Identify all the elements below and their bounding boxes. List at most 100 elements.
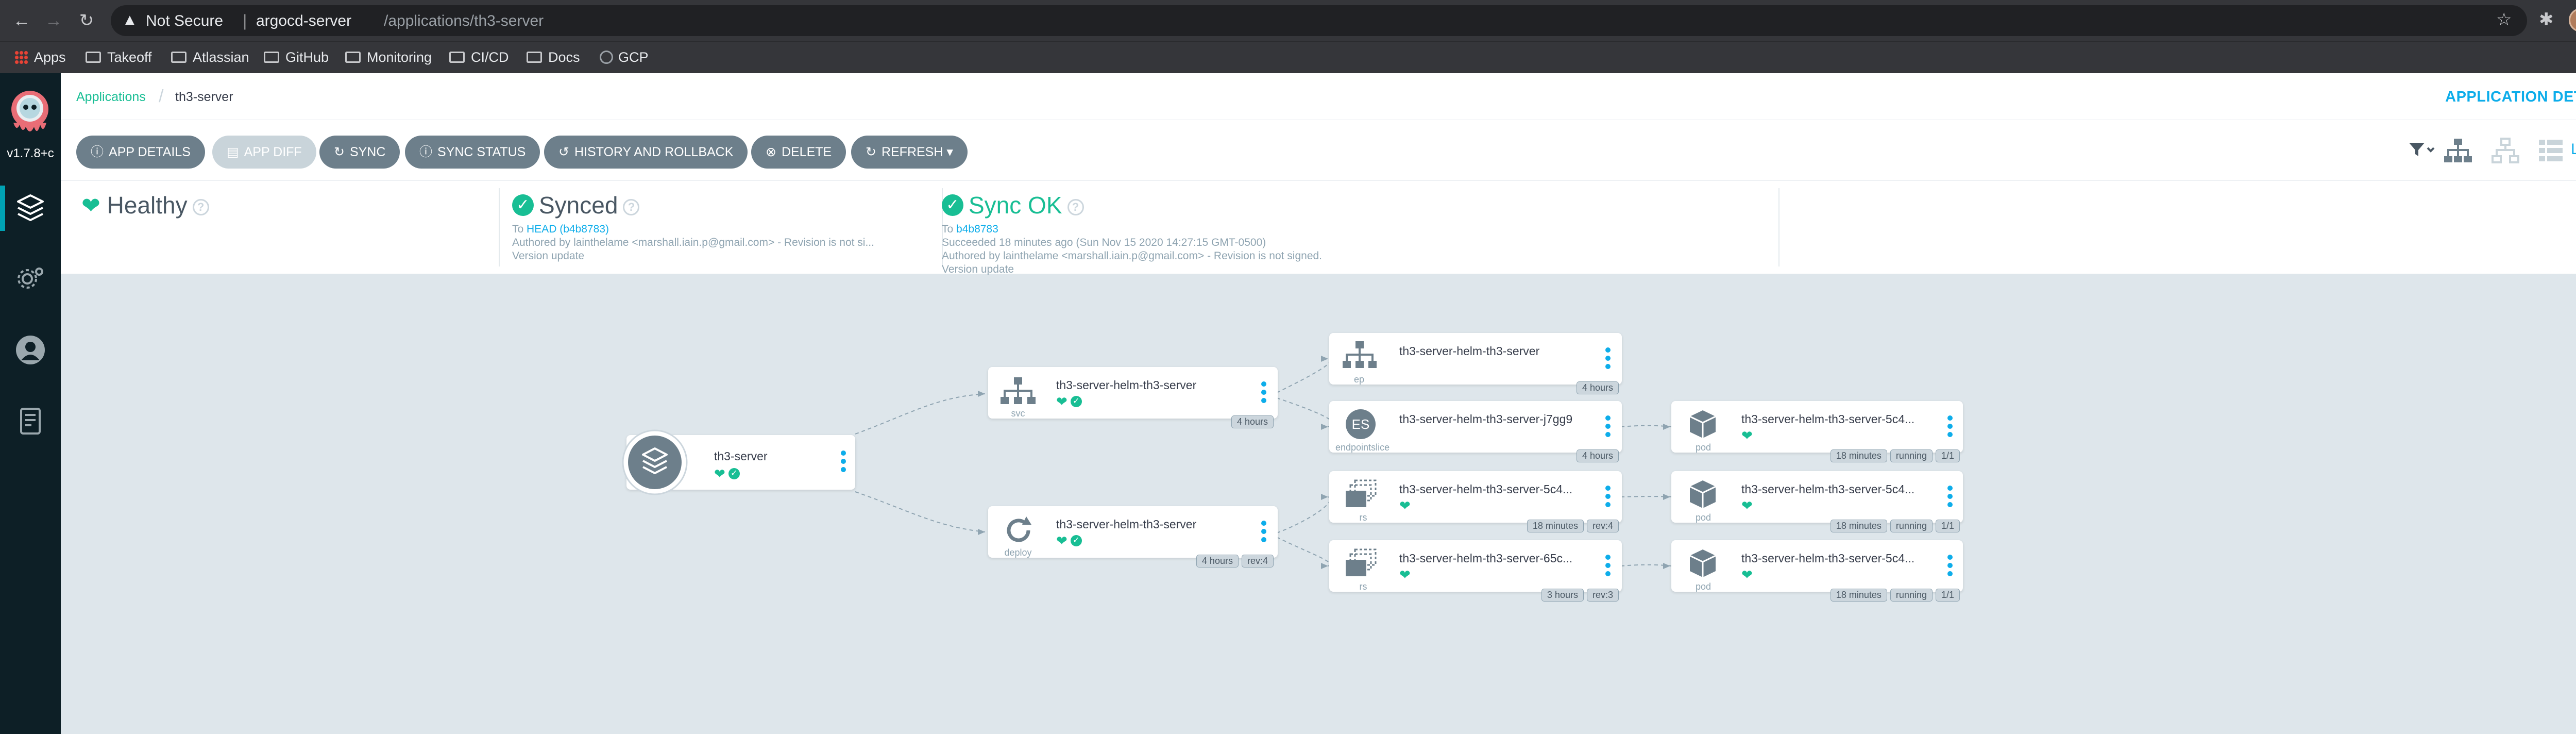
node-menu-icon[interactable] [1947, 486, 1953, 510]
app-details-button[interactable]: ⓘ APP DETAILS [76, 136, 205, 169]
node-menu-icon[interactable] [1605, 347, 1611, 372]
node-menu-icon[interactable] [1605, 555, 1611, 579]
node-menu-icon[interactable] [1261, 521, 1266, 545]
top-bar: Applications / th3-server APPLICATION DE… [61, 73, 2576, 120]
node-health: ❤ ✓ [1056, 534, 1082, 547]
node-menu-icon[interactable] [1947, 415, 1953, 440]
node-tags: 18 minutes rev:4 [1527, 520, 1619, 532]
bookmark-atlassian[interactable]: Atlassian [171, 47, 249, 68]
operation-target: To b4b8783 [942, 223, 998, 235]
operation-label: ✓ Sync OK? [942, 191, 1084, 219]
sync-icon: ↻ [334, 145, 345, 159]
bookmark-docs[interactable]: Docs [527, 47, 580, 68]
bookmarks-bar: Apps Takeoff Atlassian GitHub Monitoring… [0, 41, 2576, 73]
breadcrumb-current: th3-server [175, 90, 233, 104]
endpointslice-node[interactable]: ES endpointslice th3-server-helm-th3-ser… [1329, 401, 1622, 462]
help-icon[interactable]: ? [192, 198, 209, 215]
node-menu-icon[interactable] [1261, 381, 1266, 406]
node-kind: ep [1353, 374, 1365, 385]
help-icon[interactable]: ? [1067, 198, 1084, 215]
history-rollback-button[interactable]: ↺ HISTORY AND ROLLBACK [544, 136, 748, 169]
replicaset-icon [1346, 479, 1377, 507]
bookmark-takeoff[interactable]: Takeoff [86, 47, 152, 68]
node-menu-icon[interactable] [1605, 415, 1611, 440]
breadcrumb-applications[interactable]: Applications [76, 90, 146, 105]
replicaset-icon [1346, 548, 1377, 576]
node-menu-icon[interactable] [1605, 486, 1611, 510]
profile-avatar[interactable] [2569, 8, 2576, 32]
pod-node[interactable]: pod th3-server-helm-th3-server-5c4... ❤ … [1671, 471, 1963, 532]
bookmark-cicd[interactable]: CI/CD [449, 47, 509, 68]
argo-logo[interactable] [6, 88, 54, 135]
sync-revision-link[interactable]: HEAD (b4b8783) [527, 223, 609, 235]
breadcrumb-separator: / [159, 87, 164, 106]
user-icon[interactable] [10, 330, 50, 370]
pod-icon [1689, 480, 1716, 508]
rs-node[interactable]: rs th3-server-helm-th3-server-5c4... ❤ 1… [1329, 471, 1622, 532]
pod-icon [1689, 410, 1716, 438]
heart-icon: ❤ [1399, 498, 1411, 513]
node-health: ❤ [1399, 568, 1411, 581]
node-kind: endpointslice [1335, 442, 1390, 453]
security-label: Not Secure [146, 12, 224, 29]
node-tags: 18 minutes running 1/1 [1830, 449, 1960, 462]
node-title: th3-server-helm-th3-server-5c4... [1741, 412, 1915, 426]
settings-icon[interactable] [10, 259, 50, 299]
action-toolbar: ⓘ APP DETAILS ▤ APP DIFF ↻ SYNC ⓘ SYNC STATU… [61, 120, 2576, 180]
heart-icon: ❤ [1056, 394, 1067, 409]
endpoints-icon [1343, 341, 1377, 368]
app-diff-button[interactable]: ▤ APP DIFF [212, 136, 316, 169]
bookmark-apps[interactable]: Apps [14, 47, 66, 68]
operation-revision-link[interactable]: b4b8783 [956, 223, 998, 235]
globe-icon [600, 50, 613, 64]
operation-status: ✓ Sync OK? To b4b8783 Succeeded 18 minute… [942, 181, 1787, 275]
ep-node[interactable]: ep th3-server-helm-th3-server 4 hours [1329, 333, 1622, 394]
delete-button[interactable]: ⊗ DELETE [751, 136, 846, 169]
node-title: th3-server-helm-th3-server-65c... [1399, 552, 1573, 565]
node-health: ❤ [1741, 568, 1753, 581]
list-view-icon[interactable] [2538, 138, 2564, 166]
bookmark-gcp[interactable]: GCP [600, 47, 649, 68]
node-title: th3-server-helm-th3-server [1399, 344, 1540, 358]
app-node[interactable]: th3-server ❤ ✓ [622, 429, 855, 495]
pod-node[interactable]: pod th3-server-helm-th3-server-5c4... ❤ … [1671, 540, 1963, 602]
node-tags: 4 hours [1576, 381, 1619, 394]
browser-toolbar: ← → ↻ ▲ Not Secure | argocd-server /appl… [0, 0, 2576, 41]
logout-link[interactable]: Logout [2571, 141, 2576, 158]
svc-node[interactable]: svc th3-server-helm-th3-server ❤ ✓ 4 hour… [988, 367, 1278, 428]
folder-icon [264, 51, 279, 63]
heart-icon: ❤ [81, 193, 100, 219]
deploy-node[interactable]: deploy th3-server-helm-th3-server ❤ ✓ 4 h… [988, 506, 1278, 568]
docs-icon[interactable] [10, 401, 50, 441]
node-title: th3-server-helm-th3-server [1056, 378, 1197, 392]
node-tags: 18 minutes running 1/1 [1830, 589, 1960, 602]
help-icon[interactable]: ? [623, 198, 640, 215]
sync-target: To HEAD (b4b8783) [512, 223, 609, 235]
age-tag: 18 minutes [1830, 449, 1887, 462]
address-bar[interactable]: ▲ Not Secure | argocd-server /applicatio… [111, 5, 2527, 36]
folder-icon [345, 51, 361, 63]
sync-status-button[interactable]: ⓘ SYNC STATUS [405, 136, 540, 169]
back-icon[interactable]: ← [10, 9, 33, 32]
network-view-icon[interactable] [2490, 138, 2520, 166]
age-tag: 3 hours [1541, 589, 1584, 602]
extensions-icon[interactable]: ✱ [2539, 9, 2554, 30]
age-tag: 4 hours [1196, 555, 1239, 568]
operation-succeeded: Succeeded 18 minutes ago (Sun Nov 15 202… [942, 237, 1266, 248]
node-menu-icon[interactable] [1947, 555, 1953, 579]
tree-view-icon[interactable] [2443, 138, 2473, 166]
reload-icon[interactable]: ↻ [75, 9, 98, 32]
sync-button[interactable]: ↻ SYNC [319, 136, 400, 169]
folder-icon [449, 51, 465, 63]
applications-icon[interactable] [10, 188, 50, 228]
refresh-button[interactable]: ↻ REFRESH ▾ [851, 136, 968, 169]
forward-icon[interactable]: → [42, 9, 65, 32]
bookmark-monitoring[interactable]: Monitoring [345, 47, 432, 68]
pod-node[interactable]: pod th3-server-helm-th3-server-5c4... ❤ … [1671, 401, 1963, 462]
node-menu-icon[interactable] [841, 451, 846, 475]
rs-node[interactable]: rs th3-server-helm-th3-server-65c... ❤ 3… [1329, 540, 1622, 602]
filter-icon[interactable] [2408, 142, 2436, 161]
bookmark-star-icon[interactable]: ☆ [2496, 9, 2512, 30]
bookmark-github[interactable]: GitHub [264, 47, 329, 68]
age-tag: 4 hours [1576, 381, 1619, 394]
